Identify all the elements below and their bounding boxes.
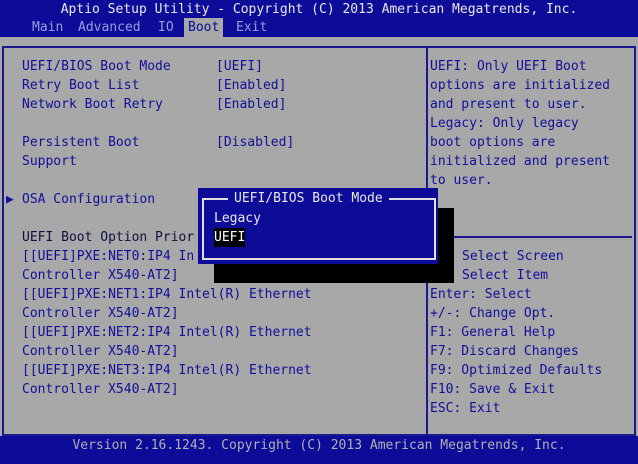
boot-option-3[interactable]: [[UEFI]PXE:NET2:IP4 Intel(R) Ethernet (22, 323, 312, 342)
setting-boot-mode-label[interactable]: UEFI/BIOS Boot Mode (22, 57, 171, 76)
key-hint: F7: Discard Changes (430, 344, 579, 359)
tab-exit[interactable]: Exit (232, 18, 271, 37)
tab-io[interactable]: IO (154, 18, 178, 37)
key-hint: F9: Optimized Defaults (430, 363, 603, 378)
boot-option-1-line2[interactable]: Controller X540-AT2] (22, 266, 179, 285)
popup-option-legacy[interactable]: Legacy (214, 209, 261, 228)
help-line: UEFI: Only UEFI Boot (430, 59, 587, 74)
submenu-arrow-icon: ▶ (6, 192, 14, 207)
boot-option-4-line2[interactable]: Controller X540-AT2] (22, 380, 179, 399)
setting-persistent-boot-value[interactable]: [Disabled] (216, 133, 294, 152)
key-hint: Select Screen (462, 249, 564, 264)
tab-advanced[interactable]: Advanced (74, 18, 145, 37)
boot-option-2-line2[interactable]: Controller X540-AT2] (22, 304, 179, 323)
tab-boot[interactable]: Boot (184, 18, 224, 37)
app-title: Aptio Setup Utility - Copyright (C) 2013… (60, 2, 578, 17)
boot-option-1[interactable]: [[UEFI]PXE:NET0:IP4 In (22, 247, 194, 266)
popup-title: UEFI/BIOS Boot Mode (228, 189, 389, 208)
key-hint: Enter: Select (430, 287, 532, 302)
setting-network-retry-value[interactable]: [Enabled] (216, 95, 286, 114)
help-divider (428, 236, 632, 238)
boot-option-2[interactable]: [[UEFI]PXE:NET1:IP4 Intel(R) Ethernet (22, 285, 312, 304)
popup-option-uefi[interactable]: UEFI (214, 228, 246, 247)
key-hint: +/-: Change Opt. (430, 306, 556, 321)
setting-persistent-boot-label-2[interactable]: Support (22, 152, 77, 171)
help-line: options are initialized (430, 78, 611, 93)
submenu-osa-configuration[interactable]: OSA Configuration (22, 190, 155, 209)
help-line: Legacy: Only legacy (430, 116, 579, 131)
boot-option-4[interactable]: [[UEFI]PXE:NET3:IP4 Intel(R) Ethernet (22, 361, 312, 380)
help-line: boot options are (430, 135, 556, 150)
key-hint: Select Item (462, 268, 549, 283)
boot-priority-heading: UEFI Boot Option Prior (22, 230, 195, 245)
help-line: initialized and present (430, 154, 611, 169)
key-hint: ESC: Exit (430, 401, 501, 416)
setting-persistent-boot-label[interactable]: Persistent Boot (22, 133, 139, 152)
key-hint: F10: Save & Exit (430, 382, 556, 397)
key-hint: F1: General Help (430, 325, 556, 340)
setting-retry-boot-value[interactable]: [Enabled] (216, 76, 286, 95)
help-line: and present to user. (430, 97, 587, 112)
help-line: to user. (430, 173, 493, 188)
footer-version: Version 2.16.1243. Copyright (C) 2013 Am… (72, 438, 566, 453)
setting-network-retry-label[interactable]: Network Boot Retry (22, 95, 163, 114)
setting-boot-mode-value[interactable]: [UEFI] (216, 57, 263, 76)
tab-main[interactable]: Main (28, 18, 67, 37)
boot-option-3-line2[interactable]: Controller X540-AT2] (22, 342, 179, 361)
setting-retry-boot-label[interactable]: Retry Boot List (22, 76, 139, 95)
